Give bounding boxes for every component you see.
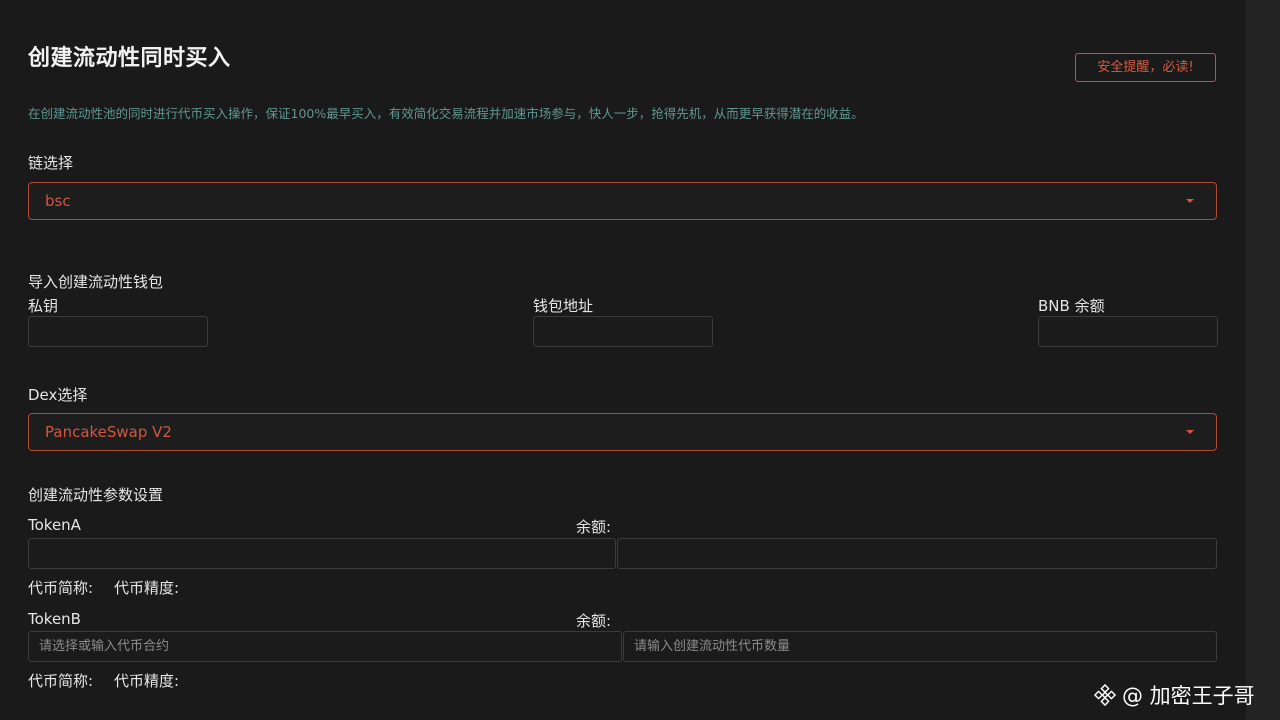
dex-select[interactable]: PancakeSwap V2 (28, 413, 1217, 451)
wallet-section-label: 导入创建流动性钱包 (28, 273, 164, 291)
scrollbar-track[interactable] (1246, 0, 1280, 720)
chain-select-value: bsc (45, 192, 71, 210)
token-a-decimals-label: 代币精度: (114, 579, 180, 597)
page: 创建流动性同时买入 安全提醒，必读! 在创建流动性池的同时进行代币买入操作，保证… (0, 0, 1280, 720)
token-b-amount-input[interactable] (623, 631, 1217, 662)
chain-select[interactable]: bsc (28, 182, 1217, 220)
bnb-balance-input[interactable] (1038, 316, 1218, 347)
token-a-address-input[interactable] (28, 538, 616, 569)
token-b-address-input[interactable] (28, 631, 622, 662)
token-b-symbol-label: 代币简称: (28, 672, 94, 690)
wallet-address-input[interactable] (533, 316, 713, 347)
bnb-balance-label: BNB 余额 (1038, 297, 1105, 315)
chevron-down-icon (1186, 430, 1194, 434)
binance-logo-icon (1094, 684, 1116, 706)
private-key-label: 私钥 (28, 297, 59, 315)
token-b-label: TokenB (28, 610, 81, 628)
token-b-decimals-label: 代币精度: (114, 672, 180, 690)
dex-label: Dex选择 (28, 386, 88, 404)
safety-notice-button[interactable]: 安全提醒，必读! (1075, 53, 1216, 82)
wallet-address-label: 钱包地址 (533, 297, 594, 315)
watermark-text: @ 加密王子哥 (1122, 684, 1255, 708)
chevron-down-icon (1186, 199, 1194, 203)
token-a-balance-label: 余额: (576, 518, 612, 536)
token-a-label: TokenA (28, 516, 81, 534)
page-title: 创建流动性同时买入 (28, 46, 231, 71)
token-a-symbol-label: 代币简称: (28, 579, 94, 597)
token-b-balance-label: 余额: (576, 612, 612, 630)
chain-label: 链选择 (28, 154, 74, 172)
page-description: 在创建流动性池的同时进行代币买入操作，保证100%最早买入，有效简化交易流程并加… (28, 106, 864, 121)
params-section-label: 创建流动性参数设置 (28, 486, 164, 504)
token-a-amount-input[interactable] (617, 538, 1217, 569)
watermark: @ 加密王子哥 (1094, 680, 1255, 710)
private-key-input[interactable] (28, 316, 208, 347)
dex-select-value: PancakeSwap V2 (45, 423, 172, 441)
